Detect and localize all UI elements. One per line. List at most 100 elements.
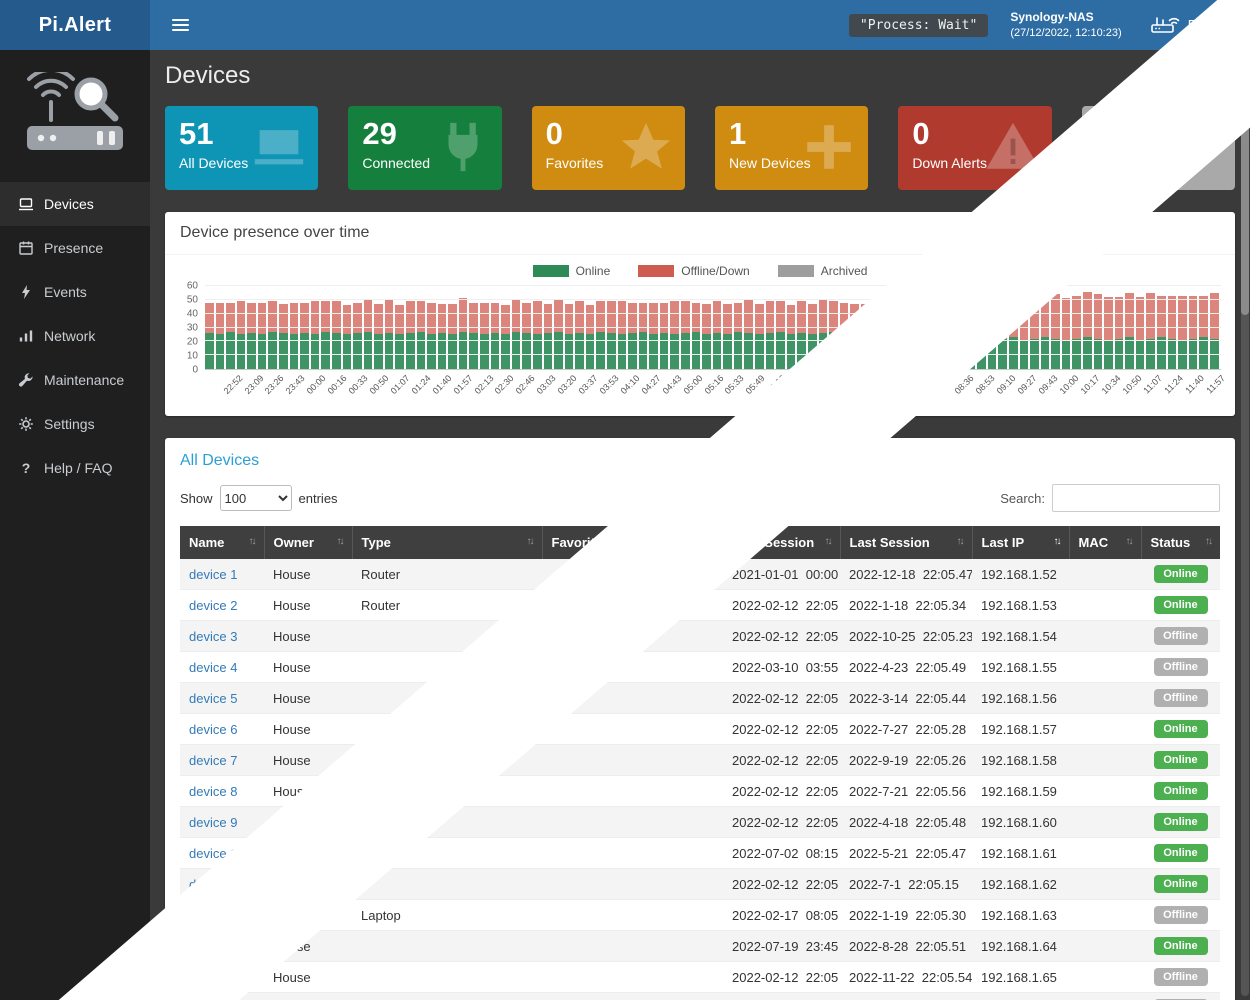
sidebar-toggle-button[interactable] (164, 10, 197, 40)
cell-owner: House (264, 993, 352, 1000)
scrollbar-thumb[interactable] (1241, 60, 1249, 315)
device-link[interactable]: device 1 (189, 567, 237, 582)
column-header-mac[interactable]: MAC↑↓ (1069, 526, 1141, 559)
cell-first-session: 2022-02-12 22:05 (723, 807, 840, 838)
cell-first-session: 2022-07-02 08:15 (723, 838, 840, 869)
table-row: device 3House2022-02-12 22:052022-10-25 … (180, 621, 1220, 652)
device-link[interactable]: device 3 (189, 629, 237, 644)
sidebar-item-label: Devices (44, 196, 94, 212)
column-header-last-ip[interactable]: Last IP↑↓ (972, 526, 1069, 559)
card-all-devices[interactable]: 51 All Devices (165, 106, 318, 190)
entries-label: entries (299, 491, 338, 506)
cell-status: Offline (1141, 900, 1220, 931)
card-favorites[interactable]: 0 Favorites (532, 106, 685, 190)
column-header-first-session[interactable]: First Session↑↓ (723, 526, 840, 559)
cell-group (639, 776, 723, 807)
card-down-alerts[interactable]: 0 Down Alerts (898, 106, 1051, 190)
x-tick-label: 00:33 (347, 373, 370, 396)
cell-name: device 13 (180, 931, 264, 962)
cell-mac (1069, 962, 1141, 993)
sidebar-item-maintenance[interactable]: Maintenance (0, 358, 150, 402)
device-link[interactable]: device 11 (189, 877, 244, 892)
cell-type: Router (352, 590, 542, 621)
sidebar-item-presence[interactable]: Presence (0, 226, 150, 270)
column-header-last-session[interactable]: Last Session↑↓ (840, 526, 972, 559)
table-header-row: Name↑↓ Owner↑↓ Type↑↓ Favorite↑↓ Group↑↓… (180, 526, 1220, 559)
chart-plot (205, 286, 1221, 370)
cell-last-session: 2022-4-23 22:05.49 (840, 652, 972, 683)
cell-first-session: 2022-02-12 22:05 (723, 962, 840, 993)
wrench-icon (18, 372, 34, 388)
card-archived[interactable]: 0 Archived (1082, 106, 1235, 190)
cell-last-ip: 192.168.1.55 (972, 652, 1069, 683)
sidebar-item-settings[interactable]: Settings (0, 402, 150, 446)
column-header-favorite[interactable]: Favorite↑↓ (542, 526, 639, 559)
status-badge: Online (1154, 751, 1208, 769)
sidebar-item-events[interactable]: Events (0, 270, 150, 314)
cell-favorite (542, 838, 639, 869)
cell-type (352, 931, 542, 962)
sidebar-item-help[interactable]: ? Help / FAQ (0, 446, 150, 490)
status-badge: Online (1154, 782, 1208, 800)
device-link[interactable]: device 8 (189, 784, 237, 799)
laptop-icon (250, 118, 308, 176)
column-header-name[interactable]: Name↑↓ (180, 526, 264, 559)
status-badge: Online (1154, 565, 1208, 583)
cell-mac (1069, 931, 1141, 962)
column-header-group[interactable]: Group↑↓ (639, 526, 723, 559)
device-link[interactable]: device 14 (189, 970, 245, 985)
cell-last-ip: 192.168.1.54 (972, 621, 1069, 652)
cell-name: device 10 (180, 838, 264, 869)
cell-last-session: 2022-12-18 22:05.47 (840, 559, 972, 590)
x-tick-label: 23:43 (284, 373, 307, 396)
plus-icon (800, 118, 858, 176)
legend-item-offline[interactable]: Offline/Down (638, 264, 749, 278)
sidebar-item-devices[interactable]: Devices (0, 182, 150, 226)
page-length-control: Show 100 entries (180, 485, 338, 511)
summary-cards: 51 All Devices 29 Connected 0 Favorites … (165, 106, 1235, 190)
table-row: device 9House2022-02-12 22:052022-4-18 2… (180, 807, 1220, 838)
column-header-status[interactable]: Status↑↓ (1141, 526, 1220, 559)
device-link[interactable]: device 10 (189, 846, 245, 861)
cell-mac (1069, 869, 1141, 900)
x-tick-label: 02:30 (493, 373, 516, 396)
cell-favorite (542, 807, 639, 838)
x-tick-label: 01:40 (430, 373, 453, 396)
device-link[interactable]: device 6 (189, 722, 237, 737)
page-length-select[interactable]: 100 (220, 485, 292, 511)
device-link[interactable]: device 13 (189, 939, 245, 954)
presence-chart-panel: Device presence over time Online Offline… (165, 212, 1235, 416)
table-row: device 14House2022-02-12 22:052022-11-22… (180, 962, 1220, 993)
cell-status: Online (1141, 931, 1220, 962)
cell-mac (1069, 900, 1141, 931)
sidebar-item-label: Presence (44, 240, 103, 256)
legend-item-online[interactable]: Online (533, 264, 611, 278)
sidebar-item-label: Settings (44, 416, 95, 432)
cell-type (352, 683, 542, 714)
device-link[interactable]: device 7 (189, 753, 237, 768)
cell-status: Online (1141, 807, 1220, 838)
status-badge: Online (1154, 875, 1208, 893)
x-tick-label: 05:00 (681, 373, 704, 396)
device-link[interactable]: device 12 (189, 908, 245, 923)
sidebar-item-network[interactable]: Network (0, 314, 150, 358)
search-input[interactable] (1052, 484, 1220, 512)
cell-status: Offline (1141, 962, 1220, 993)
host-timestamp: (27/12/2022, 12:10:23) (1010, 26, 1121, 40)
brand-link[interactable]: Pi.Alert (1150, 12, 1236, 38)
sort-icon: ↑↓ (957, 536, 963, 547)
device-link[interactable]: device 4 (189, 660, 237, 675)
column-header-type[interactable]: Type↑↓ (352, 526, 542, 559)
card-connected[interactable]: 29 Connected (348, 106, 501, 190)
column-header-owner[interactable]: Owner↑↓ (264, 526, 352, 559)
cell-last-ip: 192.168.1.61 (972, 838, 1069, 869)
cell-favorite (542, 714, 639, 745)
cell-status: Online (1141, 714, 1220, 745)
device-link[interactable]: device 2 (189, 598, 237, 613)
cell-type: Router (352, 559, 542, 590)
device-link[interactable]: device 5 (189, 691, 237, 706)
device-link[interactable]: device 9 (189, 815, 237, 830)
card-new-devices[interactable]: 1 New Devices (715, 106, 868, 190)
x-tick-label: 07:30 (869, 373, 892, 396)
legend-item-archived[interactable]: Archived (778, 264, 868, 278)
